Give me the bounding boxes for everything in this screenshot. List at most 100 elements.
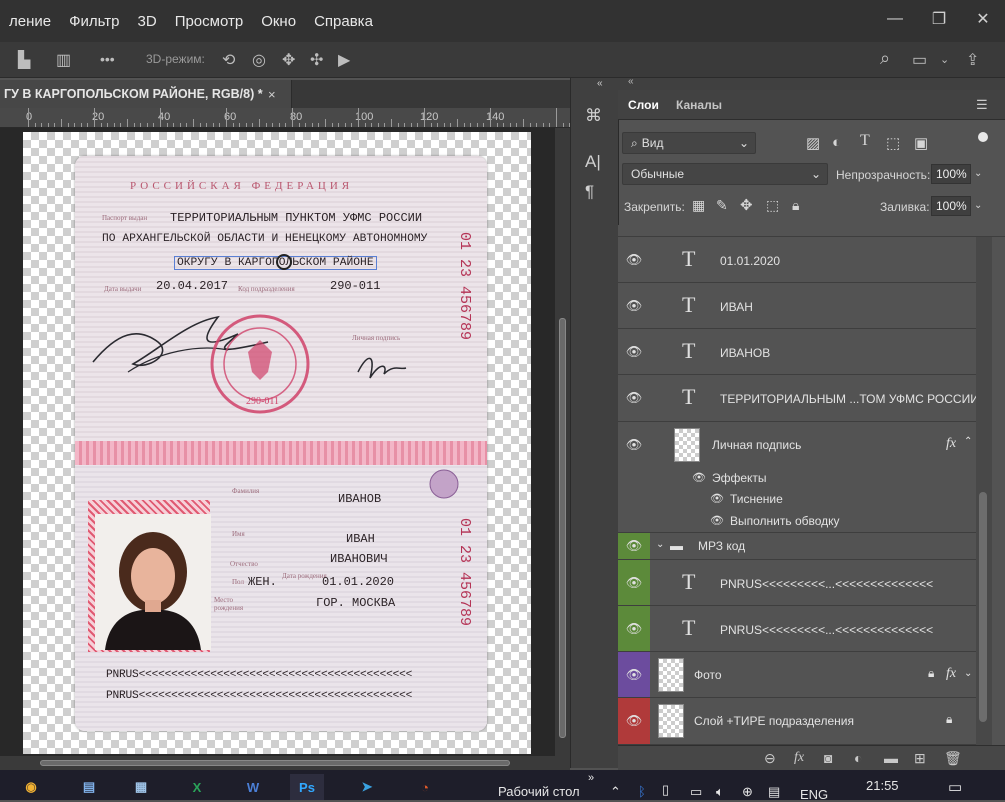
- vertical-scrollbar[interactable]: [555, 128, 570, 756]
- app-icon[interactable]: ◔: [408, 774, 442, 800]
- battery-icon[interactable]: ▭: [690, 784, 702, 800]
- opacity-input[interactable]: 100%: [931, 164, 971, 184]
- effect-row[interactable]: 👁︎ Выполнить обводку: [618, 510, 976, 533]
- document-tab[interactable]: ГУ В КАРГОПОЛЬСКОМ РАЙОНЕ, RGB/8) *: [0, 80, 292, 108]
- history-icon[interactable]: ⌘: [585, 106, 602, 126]
- more-options-button[interactable]: •••: [100, 51, 115, 67]
- clock[interactable]: 21:55: [866, 778, 899, 793]
- layer-row[interactable]: 👁︎ Слой +ТИРЕ подразделения 🔒︎: [618, 698, 976, 745]
- layer-row[interactable]: 👁︎ T PNRUS<<<<<<<<<...<<<<<<<<<<<<<<: [618, 560, 976, 606]
- visibility-eye-icon[interactable]: 👁︎: [618, 283, 650, 328]
- link-layers-icon[interactable]: ⊖: [764, 750, 776, 767]
- visibility-eye-icon[interactable]: 👁︎: [618, 375, 650, 421]
- chevron-down-icon[interactable]: ⌄: [656, 539, 664, 550]
- explorer-icon[interactable]: ▤: [72, 774, 106, 800]
- layer-row[interactable]: 👁︎ T ТЕРРИТОРИАЛЬНЫМ ...ТОМ УФМС РОССИИ: [618, 375, 976, 422]
- menu-item-window[interactable]: Окно: [252, 13, 305, 30]
- lock-artboard-icon[interactable]: ⬚: [766, 197, 779, 214]
- effects-row[interactable]: 👁︎ Эффекты: [618, 468, 976, 489]
- visibility-eye-icon[interactable]: 👁︎: [618, 329, 650, 374]
- restore-icon[interactable]: ❐: [917, 0, 961, 38]
- close-tab-icon[interactable]: ×: [268, 80, 276, 108]
- visibility-eye-icon[interactable]: 👁︎: [618, 606, 650, 651]
- telegram-icon[interactable]: ➤: [350, 774, 384, 800]
- menu-item-view[interactable]: Просмотр: [166, 13, 253, 30]
- effect-row[interactable]: 👁︎ Тиснение: [618, 489, 976, 510]
- fx-icon[interactable]: fx: [946, 666, 956, 682]
- layer-row-selected[interactable]: 👁︎ Личная подпись fx ⌃: [618, 422, 976, 468]
- group-row[interactable]: 👁︎ ⌄ ▬ МРЗ код: [618, 533, 976, 560]
- align-icon[interactable]: ▏: [0, 50, 10, 70]
- visibility-eye-icon[interactable]: 👁︎: [710, 514, 724, 527]
- smart-object-filter-icon[interactable]: ▣: [914, 134, 928, 152]
- scroll-thumb[interactable]: [979, 492, 987, 722]
- new-group-icon[interactable]: ▬: [884, 750, 898, 766]
- share-icon[interactable]: ⇪: [966, 50, 979, 70]
- workspace-icon[interactable]: ▭: [912, 50, 927, 70]
- visibility-eye-icon[interactable]: 👁︎: [692, 471, 706, 484]
- adjustment-filter-icon[interactable]: ◐: [832, 134, 841, 151]
- chevron-up-icon[interactable]: ⌃: [964, 436, 972, 447]
- network-icon[interactable]: ⊕: [742, 784, 753, 800]
- fx-icon[interactable]: fx: [946, 436, 956, 452]
- layer-row[interactable]: 👁︎ T PNRUS<<<<<<<<<...<<<<<<<<<<<<<<: [618, 606, 976, 652]
- visibility-eye-icon[interactable]: 👁︎: [618, 560, 650, 605]
- layer-row[interactable]: 👁︎ T ИВАНОВ: [618, 329, 976, 375]
- filter-toggle[interactable]: [978, 132, 988, 142]
- visibility-eye-icon[interactable]: 👁︎: [618, 237, 650, 282]
- 3d-orbit-icon[interactable]: ⟲: [222, 50, 235, 70]
- usb-icon[interactable]: ▯: [662, 782, 669, 798]
- distribute-icon[interactable]: ▥: [56, 50, 71, 70]
- word-icon[interactable]: W: [236, 774, 270, 800]
- visibility-eye-icon[interactable]: 👁︎: [710, 492, 724, 505]
- minimize-icon[interactable]: —: [873, 0, 917, 38]
- layer-row[interactable]: 👁︎ T 01.01.2020: [618, 237, 976, 283]
- visibility-eye-icon[interactable]: 👁︎: [618, 652, 650, 697]
- blend-mode-dropdown[interactable]: Обычные ⌄: [622, 163, 828, 185]
- menu-item-image[interactable]: ление: [0, 13, 60, 30]
- visibility-eye-icon[interactable]: 👁︎: [618, 698, 650, 744]
- horizontal-scrollbar[interactable]: [0, 756, 570, 770]
- layer-filter-dropdown[interactable]: ⌕ Вид ⌄: [622, 132, 756, 154]
- fill-input[interactable]: 100%: [931, 196, 971, 216]
- panel-menu-icon[interactable]: ☰: [976, 97, 988, 113]
- paragraph-icon[interactable]: ¶: [585, 182, 594, 202]
- photoshop-icon[interactable]: Ps: [290, 774, 324, 800]
- adjustment-layer-icon[interactable]: ◐: [854, 750, 862, 766]
- lock-position-icon[interactable]: ✥: [740, 196, 753, 214]
- new-layer-icon[interactable]: ⊞: [914, 750, 926, 767]
- 3d-slide-icon[interactable]: ✣: [310, 50, 323, 70]
- delete-layer-icon[interactable]: 🗑︎: [944, 750, 962, 767]
- layers-scrollbar[interactable]: [976, 237, 992, 745]
- lock-pixels-icon[interactable]: ✎: [716, 197, 728, 214]
- layer-row[interactable]: 👁︎ Фото 🔒︎ fx ⌄: [618, 652, 976, 698]
- 3d-pan-icon[interactable]: ✥: [282, 50, 295, 70]
- scroll-thumb[interactable]: [40, 760, 510, 766]
- image-filter-icon[interactable]: ▨: [806, 134, 820, 152]
- tray-up-icon[interactable]: ⌃: [610, 784, 621, 800]
- volume-icon[interactable]: 🔈︎: [716, 784, 724, 800]
- notifications-icon[interactable]: ▭: [948, 778, 962, 796]
- fx-add-icon[interactable]: fx: [794, 750, 804, 766]
- collapse-icon[interactable]: «: [597, 78, 603, 89]
- shape-filter-icon[interactable]: ⬚: [886, 134, 900, 152]
- search-icon[interactable]: ⌕: [880, 48, 890, 69]
- lock-all-icon[interactable]: 🔒︎: [792, 197, 799, 214]
- tab-layers[interactable]: Слои: [628, 90, 659, 120]
- 3d-camera-icon[interactable]: ▶: [338, 50, 350, 70]
- character-icon[interactable]: A|: [585, 152, 601, 172]
- expand-icon[interactable]: «: [628, 76, 634, 87]
- chevron-down-icon[interactable]: ⌄: [964, 668, 972, 679]
- menu-item-help[interactable]: Справка: [305, 13, 382, 30]
- text-filter-icon[interactable]: T: [860, 132, 870, 150]
- align-bottom-icon[interactable]: ▙: [18, 50, 30, 70]
- monitor-icon[interactable]: ▤: [768, 784, 780, 800]
- menu-item-filter[interactable]: Фильтр: [60, 13, 128, 30]
- lock-transparency-icon[interactable]: ▦: [692, 197, 705, 214]
- desktop-toolbar-label[interactable]: Рабочий стол: [498, 784, 580, 799]
- 3d-roll-icon[interactable]: ◎: [252, 50, 266, 70]
- menu-item-3d[interactable]: 3D: [129, 13, 166, 30]
- chevron-icon[interactable]: »: [588, 772, 594, 784]
- bluetooth-icon[interactable]: ᛒ: [638, 784, 646, 799]
- chevron-down-icon[interactable]: ⌄: [974, 168, 982, 179]
